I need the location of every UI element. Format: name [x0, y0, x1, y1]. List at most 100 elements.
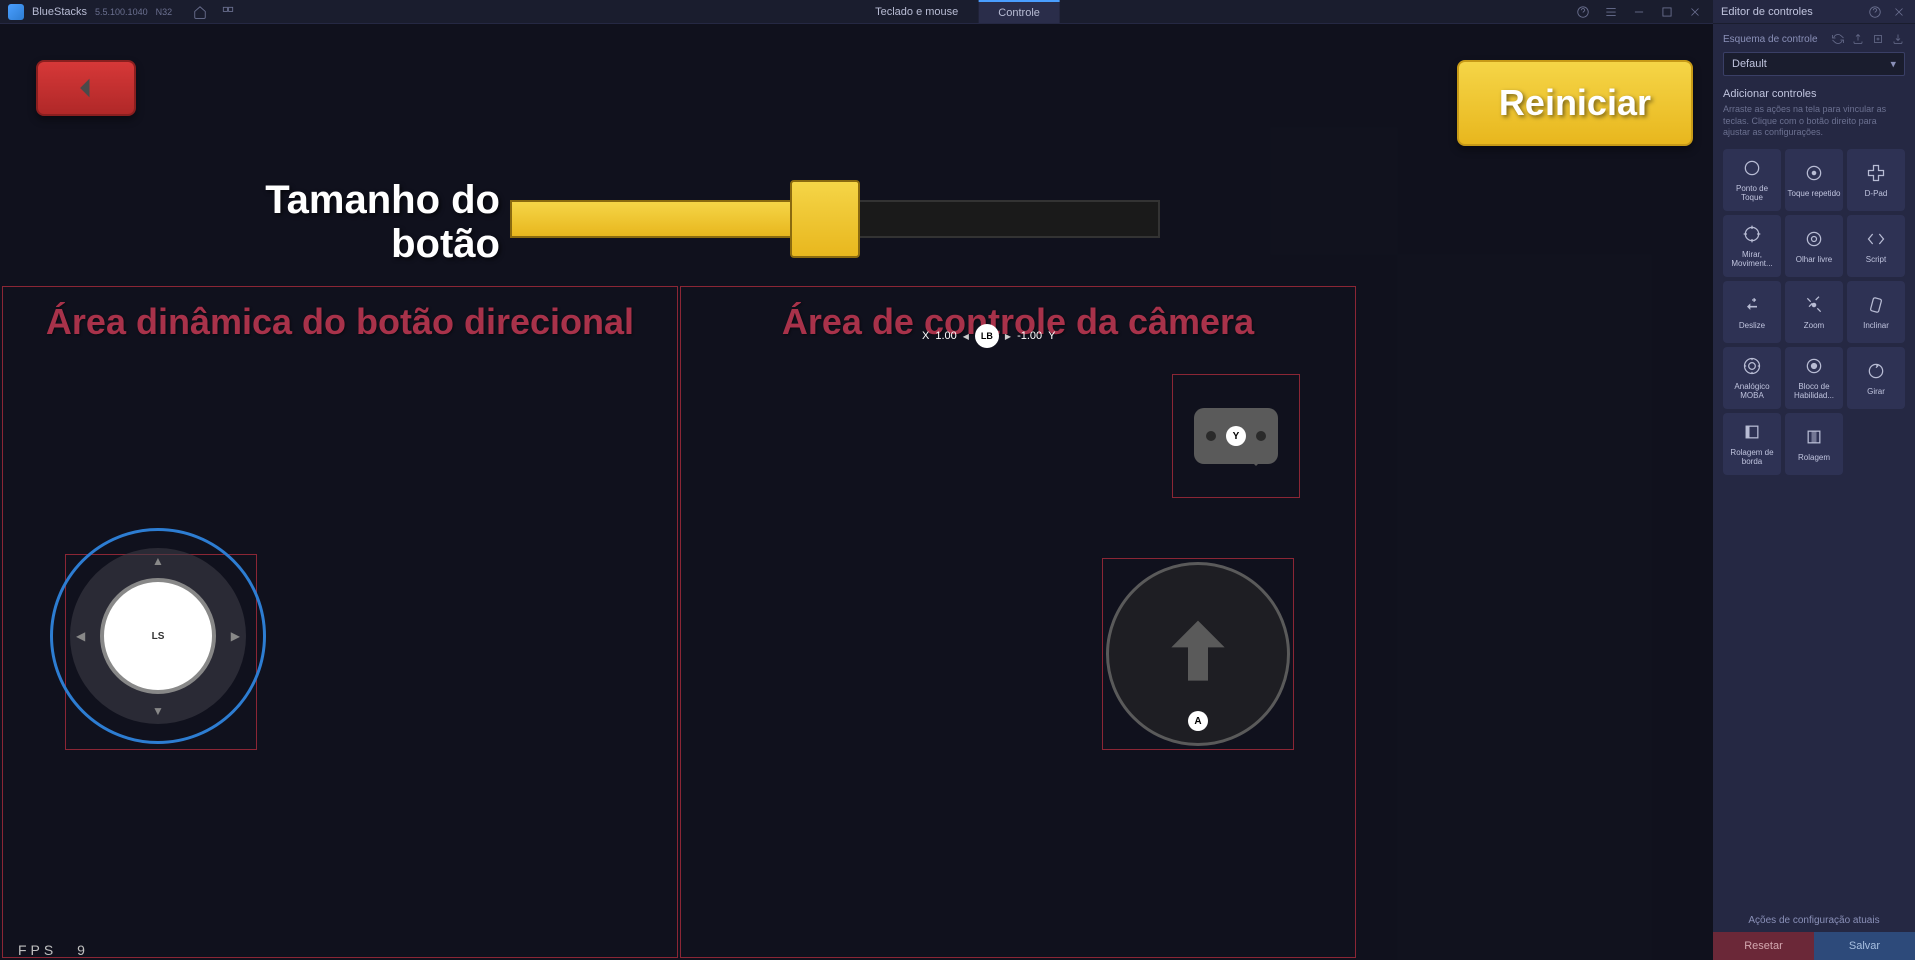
scheme-label: Esquema de controle	[1723, 34, 1818, 45]
controls-editor-sidebar: Editor de controles Esquema de controle …	[1713, 0, 1915, 960]
scheme-section: Esquema de controle Default	[1713, 24, 1915, 84]
swipe-icon	[1741, 294, 1763, 316]
dot-icon	[1206, 431, 1216, 441]
controls-palette: Ponto de Toque Toque repetido D-Pad Mirar, …	[1723, 149, 1905, 475]
control-item-moba[interactable]: Analógico MOBA	[1723, 347, 1781, 409]
menu-icon[interactable]	[1603, 4, 1619, 20]
home-icon[interactable]	[192, 4, 208, 20]
button-size-label: Tamanho do botão	[240, 178, 500, 266]
fps-value: 9	[77, 942, 85, 958]
slider-fill	[510, 200, 795, 238]
close-icon[interactable]	[1687, 4, 1703, 20]
control-item-zoom[interactable]: Zoom	[1785, 281, 1843, 343]
control-label: Rolagem de borda	[1725, 449, 1779, 467]
control-label: D-Pad	[1865, 190, 1888, 199]
lb-suffix: Y	[1048, 330, 1055, 342]
control-item-swipe[interactable]: Deslize	[1723, 281, 1781, 343]
control-label: Zoom	[1804, 322, 1824, 331]
joystick-control[interactable]: ▲ ▼ ◀ ▶ LS	[70, 548, 246, 724]
back-button[interactable]	[36, 60, 136, 116]
tab-controller[interactable]: Controle	[978, 0, 1060, 23]
titlebar: BlueStacks 5.5.100.1040 N32 Teclado e mo…	[0, 0, 1915, 24]
app-version: 5.5.100.1040	[95, 7, 148, 17]
titlebar-tabs: Teclado e mouse Controle	[855, 0, 1060, 23]
tilt-icon	[1865, 294, 1887, 316]
new-icon[interactable]	[1871, 32, 1885, 46]
jump-button-zone[interactable]: A	[1102, 558, 1294, 750]
slider-handle[interactable]	[790, 180, 860, 258]
config-actions-link[interactable]: Ações de configuração atuais	[1713, 909, 1915, 932]
recents-icon[interactable]	[220, 4, 236, 20]
triangle-up-icon: ▲	[152, 554, 164, 568]
dot-icon	[1256, 431, 1266, 441]
save-button[interactable]: Salvar	[1814, 932, 1915, 960]
chevron-left-icon	[72, 74, 100, 102]
lb-button-badge: LB	[975, 324, 999, 348]
minimize-icon[interactable]	[1631, 4, 1647, 20]
control-label: Toque repetido	[1788, 190, 1841, 199]
dpad-icon	[1865, 162, 1887, 184]
add-controls-desc: Arraste as ações na tela para vincular a…	[1723, 104, 1905, 139]
dpad-zone-title: Área dinâmica do botão direcional	[3, 301, 677, 343]
reset-button[interactable]: Resetar	[1713, 932, 1814, 960]
tab-keyboard-mouse[interactable]: Teclado e mouse	[855, 0, 978, 23]
joystick-knob[interactable]: LS	[100, 578, 216, 694]
app-instance: N32	[156, 7, 173, 17]
maximize-icon[interactable]	[1659, 4, 1675, 20]
zoom-icon	[1803, 294, 1825, 316]
control-item-scroll[interactable]: Rolagem	[1785, 413, 1843, 475]
chevron-right-icon: ▶	[1005, 332, 1011, 341]
sidebar-title: Editor de controles	[1721, 6, 1813, 18]
control-item-tilt[interactable]: Inclinar	[1847, 281, 1905, 343]
control-label: Girar	[1867, 388, 1885, 397]
rotate-icon	[1865, 360, 1887, 382]
moba-icon	[1741, 355, 1763, 377]
lb-prefix: X	[922, 330, 929, 342]
control-label: Olhar livre	[1796, 256, 1832, 265]
help-icon[interactable]	[1575, 4, 1591, 20]
control-label: Script	[1866, 256, 1886, 265]
control-label: Rolagem	[1798, 454, 1830, 463]
skill-icon	[1803, 355, 1825, 377]
control-item-circle-dot[interactable]: Toque repetido	[1785, 149, 1843, 211]
script-icon	[1865, 228, 1887, 250]
control-item-rotate[interactable]: Girar	[1847, 347, 1905, 409]
control-label: Ponto de Toque	[1725, 185, 1779, 203]
control-item-crosshair[interactable]: Mirar, Moviment...	[1723, 215, 1781, 277]
a-button-badge: A	[1188, 711, 1208, 731]
titlebar-left: BlueStacks 5.5.100.1040 N32	[0, 4, 236, 20]
import-icon[interactable]	[1891, 32, 1905, 46]
sidebar-header: Editor de controles	[1713, 0, 1915, 24]
triangle-right-icon: ▶	[231, 629, 240, 643]
lb-left-value: 1.00	[935, 330, 956, 342]
control-label: Analógico MOBA	[1725, 383, 1779, 401]
chat-button-zone[interactable]: Y	[1172, 374, 1300, 498]
add-controls-section: Adicionar controles Arraste as ações na …	[1713, 84, 1915, 485]
control-item-skill[interactable]: Bloco de Habilidad...	[1785, 347, 1843, 409]
scheme-dropdown[interactable]: Default	[1723, 52, 1905, 76]
control-item-dpad[interactable]: D-Pad	[1847, 149, 1905, 211]
control-item-script[interactable]: Script	[1847, 215, 1905, 277]
export-icon[interactable]	[1851, 32, 1865, 46]
reset-button[interactable]: Reiniciar	[1457, 60, 1693, 146]
game-area: Reiniciar Tamanho do botão Área dinâmica…	[0, 24, 1713, 960]
bluestacks-logo-icon	[8, 4, 24, 20]
eye-circle-icon	[1803, 228, 1825, 250]
control-label: Bloco de Habilidad...	[1787, 383, 1841, 401]
help-icon[interactable]	[1867, 4, 1883, 20]
circle-icon	[1741, 157, 1763, 179]
control-item-edge-scroll[interactable]: Rolagem de borda	[1723, 413, 1781, 475]
triangle-left-icon: ◀	[76, 629, 85, 643]
control-label: Inclinar	[1863, 322, 1889, 331]
control-item-eye-circle[interactable]: Olhar livre	[1785, 215, 1843, 277]
control-label: Mirar, Moviment...	[1725, 251, 1779, 269]
window-controls	[1575, 4, 1715, 20]
close-icon[interactable]	[1891, 4, 1907, 20]
refresh-icon[interactable]	[1831, 32, 1845, 46]
chat-bubble-icon: Y	[1194, 408, 1278, 464]
fps-display: FPS 9	[6, 942, 85, 958]
lb-control-overlay[interactable]: X 1.00 ◀ LB ▶ -1.00 Y	[922, 324, 1056, 348]
control-item-circle[interactable]: Ponto de Toque	[1723, 149, 1781, 211]
circle-dot-icon	[1803, 162, 1825, 184]
crosshair-icon	[1741, 223, 1763, 245]
